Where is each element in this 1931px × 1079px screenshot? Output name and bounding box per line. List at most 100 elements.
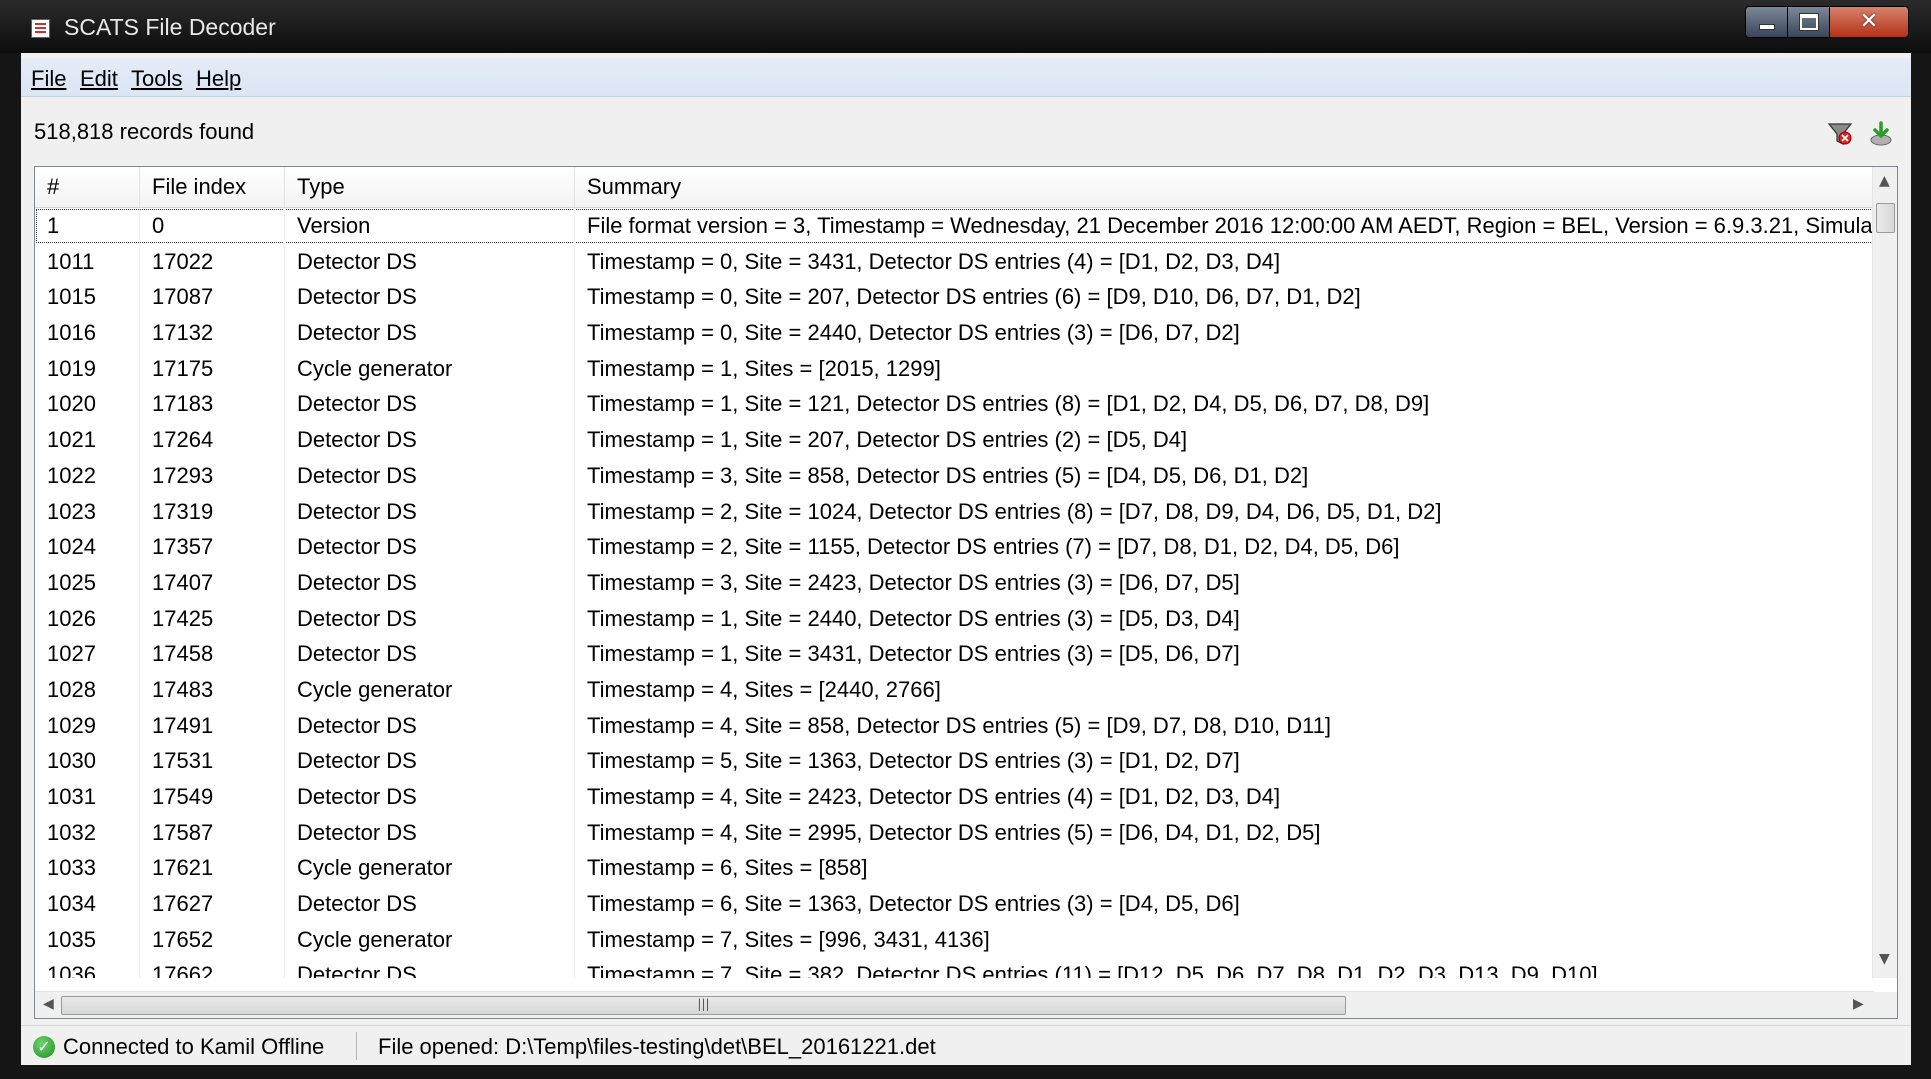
table-row[interactable]: 1035 17652 Cycle generator Timestamp = 7, S… [35, 921, 1874, 958]
row-type: Detector DS [285, 957, 575, 978]
table-row[interactable]: 1036 17662 Detector DS Timestamp = 7, Site … [35, 957, 1874, 978]
row-number: 1 [35, 208, 140, 244]
row-summary: Timestamp = 3, Site = 858, Detector DS e… [575, 457, 1874, 494]
records-list[interactable]: # File index Type Summary 1 0 Version File … [34, 166, 1898, 1019]
table-row[interactable]: 1 0 Version File format version = 3, Timest… [35, 208, 1874, 244]
row-number: 1028 [35, 671, 140, 708]
row-summary: Timestamp = 0, Site = 2440, Detector DS … [575, 315, 1874, 351]
table-row[interactable]: 1028 17483 Cycle generator Timestamp = 4, S… [35, 671, 1874, 708]
table-row[interactable]: 1030 17531 Detector DS Timestamp = 5, Site … [35, 743, 1874, 779]
row-number: 1030 [35, 743, 140, 779]
table-row[interactable]: 1016 17132 Detector DS Timestamp = 0, Site … [35, 315, 1874, 351]
row-type: Detector DS [285, 243, 575, 280]
table-row[interactable]: 1023 17319 Detector DS Timestamp = 2, Site … [35, 493, 1874, 530]
status-bar: ✓ Connected to Kamil Offline File opened… [21, 1025, 1911, 1065]
row-summary: Timestamp = 0, Site = 207, Detector DS e… [575, 279, 1874, 316]
file-status: File opened: D:\Temp\files-testing\det\B… [378, 1034, 936, 1059]
row-file-index: 17483 [140, 671, 285, 708]
table-row[interactable]: 1021 17264 Detector DS Timestamp = 1, Site … [35, 422, 1874, 458]
row-file-index: 17319 [140, 493, 285, 530]
table-row[interactable]: 1024 17357 Detector DS Timestamp = 2, Site … [35, 529, 1874, 565]
row-type: Detector DS [285, 636, 575, 672]
row-file-index: 17458 [140, 636, 285, 672]
row-file-index: 17132 [140, 315, 285, 351]
row-summary: Timestamp = 4, Site = 2423, Detector DS … [575, 779, 1874, 815]
row-type: Detector DS [285, 743, 575, 779]
row-number: 1034 [35, 886, 140, 922]
vertical-scroll-thumb[interactable] [1876, 203, 1895, 233]
column-header-summary[interactable]: Summary [575, 167, 1874, 207]
vertical-scrollbar[interactable]: ▲ ▼ [1872, 167, 1897, 978]
table-row[interactable]: 1022 17293 Detector DS Timestamp = 3, Site … [35, 457, 1874, 494]
row-summary: Timestamp = 6, Site = 1363, Detector DS … [575, 886, 1874, 922]
row-number: 1022 [35, 457, 140, 494]
table-row[interactable]: 1019 17175 Cycle generator Timestamp = 1, S… [35, 350, 1874, 387]
table-row[interactable]: 1025 17407 Detector DS Timestamp = 3, Site … [35, 564, 1874, 601]
menu-edit[interactable]: Edit [80, 66, 118, 92]
title-bar[interactable]: SCATS File Decoder ✕ [0, 0, 1931, 53]
row-summary: File format version = 3, Timestamp = Wed… [575, 208, 1874, 244]
maximize-button[interactable] [1788, 7, 1830, 37]
minimize-button[interactable] [1746, 7, 1788, 37]
row-number: 1031 [35, 779, 140, 815]
scroll-up-icon[interactable]: ▲ [1879, 173, 1890, 189]
close-button[interactable]: ✕ [1830, 7, 1908, 37]
table-row[interactable]: 1027 17458 Detector DS Timestamp = 1, Site … [35, 636, 1874, 672]
row-number: 1032 [35, 814, 140, 851]
menu-help[interactable]: Help [196, 66, 241, 92]
row-type: Cycle generator [285, 350, 575, 387]
row-summary: Timestamp = 7, Site = 382, Detector DS e… [575, 957, 1874, 978]
row-type: Cycle generator [285, 921, 575, 958]
row-file-index: 17549 [140, 779, 285, 815]
column-header-file-index[interactable]: File index [140, 167, 285, 207]
row-type: Detector DS [285, 600, 575, 637]
horizontal-scrollbar[interactable]: ◀ ||| ▶ [35, 991, 1874, 1018]
table-row[interactable]: 1011 17022 Detector DS Timestamp = 0, Site … [35, 243, 1874, 280]
row-file-index: 17491 [140, 707, 285, 744]
column-header-type[interactable]: Type [285, 167, 575, 207]
list-header: # File index Type Summary [35, 167, 1874, 208]
export-icon[interactable] [1867, 120, 1895, 148]
table-row[interactable]: 1034 17627 Detector DS Timestamp = 6, Site … [35, 886, 1874, 922]
horizontal-scroll-thumb[interactable]: ||| [61, 996, 1346, 1015]
row-file-index: 17022 [140, 243, 285, 280]
filter-icon[interactable] [1826, 120, 1854, 148]
table-row[interactable]: 1026 17425 Detector DS Timestamp = 1, Site … [35, 600, 1874, 637]
table-row[interactable]: 1020 17183 Detector DS Timestamp = 1, Site … [35, 386, 1874, 423]
row-file-index: 17293 [140, 457, 285, 494]
scrollbar-corner [1873, 992, 1897, 1018]
row-type: Detector DS [285, 529, 575, 565]
row-summary: Timestamp = 4, Site = 2995, Detector DS … [575, 814, 1874, 851]
menu-file[interactable]: File [31, 66, 66, 92]
status-separator [356, 1032, 357, 1060]
row-number: 1021 [35, 422, 140, 458]
row-type: Detector DS [285, 779, 575, 815]
row-number: 1026 [35, 600, 140, 637]
row-summary: Timestamp = 1, Site = 3431, Detector DS … [575, 636, 1874, 672]
row-file-index: 17183 [140, 386, 285, 423]
connection-status: Connected to Kamil Offline [63, 1034, 325, 1059]
row-summary: Timestamp = 1, Sites = [2015, 1299] [575, 350, 1874, 387]
table-row[interactable]: 1029 17491 Detector DS Timestamp = 4, Site … [35, 707, 1874, 744]
row-file-index: 17264 [140, 422, 285, 458]
column-header-number[interactable]: # [35, 167, 140, 207]
row-type: Cycle generator [285, 850, 575, 887]
maximize-icon [1799, 14, 1818, 30]
table-row[interactable]: 1032 17587 Detector DS Timestamp = 4, Site … [35, 814, 1874, 851]
scroll-down-icon[interactable]: ▼ [1879, 951, 1890, 967]
menu-tools[interactable]: Tools [131, 66, 182, 92]
app-window: SCATS File Decoder ✕ File Edit Tools Hel… [0, 0, 1931, 1079]
scroll-right-icon[interactable]: ▶ [1853, 996, 1864, 1012]
table-row[interactable]: 1031 17549 Detector DS Timestamp = 4, Site … [35, 779, 1874, 815]
table-row[interactable]: 1033 17621 Cycle generator Timestamp = 6, S… [35, 850, 1874, 887]
row-type: Version [285, 208, 575, 244]
client-area: File Edit Tools Help 518,818 records fou… [21, 53, 1911, 1065]
scats-app-icon[interactable] [31, 19, 50, 38]
row-summary: Timestamp = 7, Sites = [996, 3431, 4136] [575, 921, 1874, 958]
window-title: SCATS File Decoder [64, 14, 276, 40]
row-file-index: 17357 [140, 529, 285, 565]
records-count: 518,818 records found [34, 119, 255, 144]
table-row[interactable]: 1015 17087 Detector DS Timestamp = 0, Site … [35, 279, 1874, 316]
scroll-left-icon[interactable]: ◀ [43, 996, 54, 1012]
row-number: 1029 [35, 707, 140, 744]
